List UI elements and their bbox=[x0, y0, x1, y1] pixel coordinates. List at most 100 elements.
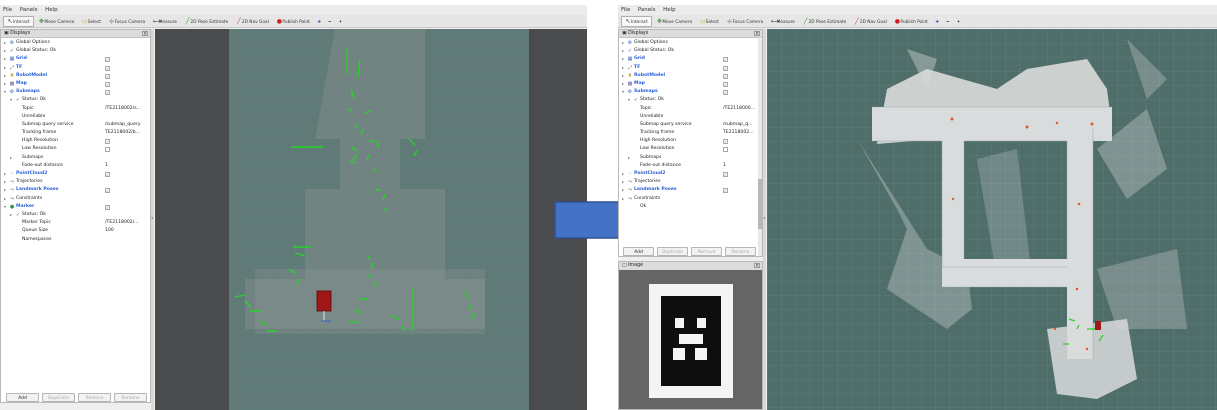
collapse-arrow-icon[interactable]: ▸ bbox=[622, 170, 626, 178]
display-row[interactable]: Low Resolution bbox=[619, 145, 762, 153]
display-row[interactable]: ▸ ⤳ Landmark Poses ✓ bbox=[1, 186, 150, 194]
expand-arrow-icon[interactable]: ▾ bbox=[622, 88, 626, 96]
display-row[interactable]: Ok bbox=[619, 203, 762, 211]
display-row[interactable]: ▸ ⁘ PointCloud2 ✓ bbox=[619, 170, 762, 178]
display-row[interactable]: ▾ ✓ Status: Ok bbox=[619, 96, 762, 104]
display-row[interactable]: High Resolution ✓ bbox=[619, 137, 762, 145]
collapse-arrow-icon[interactable]: ▸ bbox=[622, 64, 626, 72]
display-row[interactable]: High Resolution ✓ bbox=[1, 137, 150, 145]
display-row[interactable]: ▸ Submaps bbox=[1, 154, 150, 162]
display-row[interactable]: ▸ ✓ Global Status: Ok bbox=[619, 47, 762, 55]
checkbox-checked[interactable]: ✓ bbox=[105, 139, 110, 145]
display-row[interactable]: ▾ ✓ Status: Ok bbox=[1, 96, 150, 104]
tool-2d-pose-estimate[interactable]: ╱2D Pose Estimate bbox=[800, 16, 850, 27]
menu-file[interactable]: File bbox=[621, 5, 630, 15]
display-row-value[interactable]: 1 bbox=[105, 162, 108, 170]
add-tool-button[interactable]: ✚ bbox=[314, 17, 324, 28]
collapse-arrow-icon[interactable]: ▸ bbox=[4, 47, 8, 55]
remove-tool-button[interactable]: ━ bbox=[326, 17, 335, 28]
checkbox-checked[interactable]: ✓ bbox=[723, 139, 728, 145]
display-row[interactable]: ▸ ⚙ Global Options bbox=[619, 39, 762, 47]
menu-help[interactable]: Help bbox=[45, 5, 58, 15]
checkbox-checked[interactable]: ✓ bbox=[105, 73, 110, 79]
rename-button[interactable]: Rename bbox=[114, 393, 147, 402]
display-row[interactable]: ▸ ✓ Global Status: Ok bbox=[1, 47, 150, 55]
tool-focus-camera[interactable]: ⊹Focus Camera bbox=[724, 16, 767, 27]
expand-arrow-icon[interactable]: ▾ bbox=[628, 96, 632, 104]
tool-move-camera[interactable]: ✥Move Camera bbox=[653, 16, 695, 27]
collapse-arrow-icon[interactable]: ▸ bbox=[4, 72, 8, 80]
collapse-arrow-icon[interactable]: ▸ bbox=[622, 55, 626, 63]
display-row[interactable]: ▸ ⤳ Constraints bbox=[619, 195, 762, 203]
scrollbar-thumb[interactable] bbox=[758, 179, 762, 229]
collapse-arrow-icon[interactable]: ▸ bbox=[10, 211, 14, 219]
tool-options-button[interactable]: ✦ bbox=[954, 17, 964, 28]
display-row[interactable]: ▸ ♜ RobotModel ✓ bbox=[619, 72, 762, 80]
collapse-arrow-icon[interactable]: ▸ bbox=[622, 186, 626, 194]
remove-tool-button[interactable]: ━ bbox=[944, 17, 953, 28]
display-row[interactable]: Submap query service/submap_query bbox=[1, 121, 150, 129]
collapse-arrow-icon[interactable]: ▸ bbox=[4, 170, 8, 178]
collapse-arrow-icon[interactable]: ▸ bbox=[4, 178, 8, 186]
menu-file[interactable]: File bbox=[3, 5, 12, 15]
close-icon[interactable]: × bbox=[142, 31, 148, 37]
3d-viewport[interactable] bbox=[767, 29, 1217, 410]
tool-interact[interactable]: ↖Interact bbox=[3, 16, 34, 27]
display-row[interactable]: Tracking frame TE2118002/b... bbox=[1, 129, 150, 137]
display-row[interactable]: ▸ ⤳ Constraints bbox=[1, 195, 150, 203]
checkbox-checked[interactable]: ✓ bbox=[723, 188, 728, 194]
collapse-arrow-icon[interactable]: ▸ bbox=[4, 80, 8, 88]
tool-interact[interactable]: ↖Interact bbox=[621, 16, 652, 27]
display-row[interactable]: ▸ ♜ RobotModel ✓ bbox=[1, 72, 150, 80]
checkbox-checked[interactable]: ✓ bbox=[723, 81, 728, 87]
tool-2d-nav-goal[interactable]: ╱2D Nav Goal bbox=[233, 16, 272, 27]
display-row-value[interactable]: /TE2118002/... bbox=[105, 219, 139, 227]
checkbox-checked[interactable]: ✓ bbox=[723, 57, 728, 63]
display-row[interactable]: Topic/TE2118000... bbox=[619, 105, 762, 113]
tool-select[interactable]: ▭Select bbox=[79, 16, 104, 27]
checkbox-checked[interactable]: ✓ bbox=[723, 73, 728, 79]
display-row[interactable]: Namespaces bbox=[1, 236, 150, 244]
collapse-arrow-icon[interactable]: ▸ bbox=[628, 154, 632, 162]
collapse-arrow-icon[interactable]: ▸ bbox=[4, 39, 8, 47]
collapse-arrow-icon[interactable]: ▸ bbox=[622, 178, 626, 186]
checkbox-unchecked[interactable] bbox=[105, 147, 110, 153]
display-row[interactable]: ▸ ✓ Status: Ok bbox=[1, 211, 150, 219]
display-row[interactable]: ▸ ⁘ PointCloud2 ✓ bbox=[1, 170, 150, 178]
expand-arrow-icon[interactable]: ▾ bbox=[4, 88, 8, 96]
checkbox-unchecked[interactable] bbox=[723, 147, 728, 153]
checkbox-checked[interactable]: ✓ bbox=[105, 65, 110, 71]
checkbox-checked[interactable]: ✓ bbox=[105, 57, 110, 63]
collapse-arrow-icon[interactable]: ▸ bbox=[622, 47, 626, 55]
display-row[interactable]: ▸ ▩ Map ✓ bbox=[1, 80, 150, 88]
display-row-value[interactable]: TE2118002/b... bbox=[105, 129, 140, 137]
display-row[interactable]: ▸ ▩ Map ✓ bbox=[619, 80, 762, 88]
panel-splitter[interactable]: ◂ bbox=[151, 29, 154, 410]
checkbox-checked[interactable]: ✓ bbox=[105, 81, 110, 87]
display-row[interactable]: Topic/TE2118002/s... bbox=[1, 105, 150, 113]
expand-arrow-icon[interactable]: ▾ bbox=[10, 96, 14, 104]
collapse-arrow-icon[interactable]: ▸ bbox=[622, 39, 626, 47]
display-row[interactable]: ▸ ▦ Grid ✓ bbox=[619, 55, 762, 63]
display-row[interactable]: ▾ ● Marker ✓ bbox=[1, 203, 150, 211]
display-row-value[interactable]: TE2118002... bbox=[723, 129, 754, 137]
menu-help[interactable]: Help bbox=[663, 5, 676, 15]
checkbox-checked[interactable]: ✓ bbox=[723, 90, 728, 96]
collapse-arrow-icon[interactable]: ▸ bbox=[10, 154, 14, 162]
tool-measure[interactable]: ⟷Measure bbox=[150, 16, 180, 27]
display-row[interactable]: ▸ ⤳ Trajectories bbox=[619, 178, 762, 186]
tool-2d-pose-estimate[interactable]: ╱2D Pose Estimate bbox=[182, 16, 232, 27]
display-row[interactable]: ▸ ▦ Grid ✓ bbox=[1, 55, 150, 63]
checkbox-checked[interactable]: ✓ bbox=[105, 172, 110, 177]
tool-move-camera[interactable]: ✥Move Camera bbox=[35, 16, 77, 27]
display-row-value[interactable]: /submap_q... bbox=[723, 121, 753, 129]
display-row[interactable]: ▸ ⤳ Trajectories bbox=[1, 178, 150, 186]
menu-panels[interactable]: Panels bbox=[638, 5, 656, 15]
checkbox-checked[interactable]: ✓ bbox=[105, 188, 110, 194]
collapse-arrow-icon[interactable]: ▸ bbox=[622, 72, 626, 80]
checkbox-checked[interactable]: ✓ bbox=[105, 90, 110, 96]
display-row-value[interactable]: /TE2118002/s... bbox=[105, 105, 141, 113]
display-row[interactable]: ▸ ⤢ TF ✓ bbox=[619, 64, 762, 72]
collapse-arrow-icon[interactable]: ▸ bbox=[4, 195, 8, 203]
rename-button[interactable]: Rename bbox=[725, 247, 756, 256]
